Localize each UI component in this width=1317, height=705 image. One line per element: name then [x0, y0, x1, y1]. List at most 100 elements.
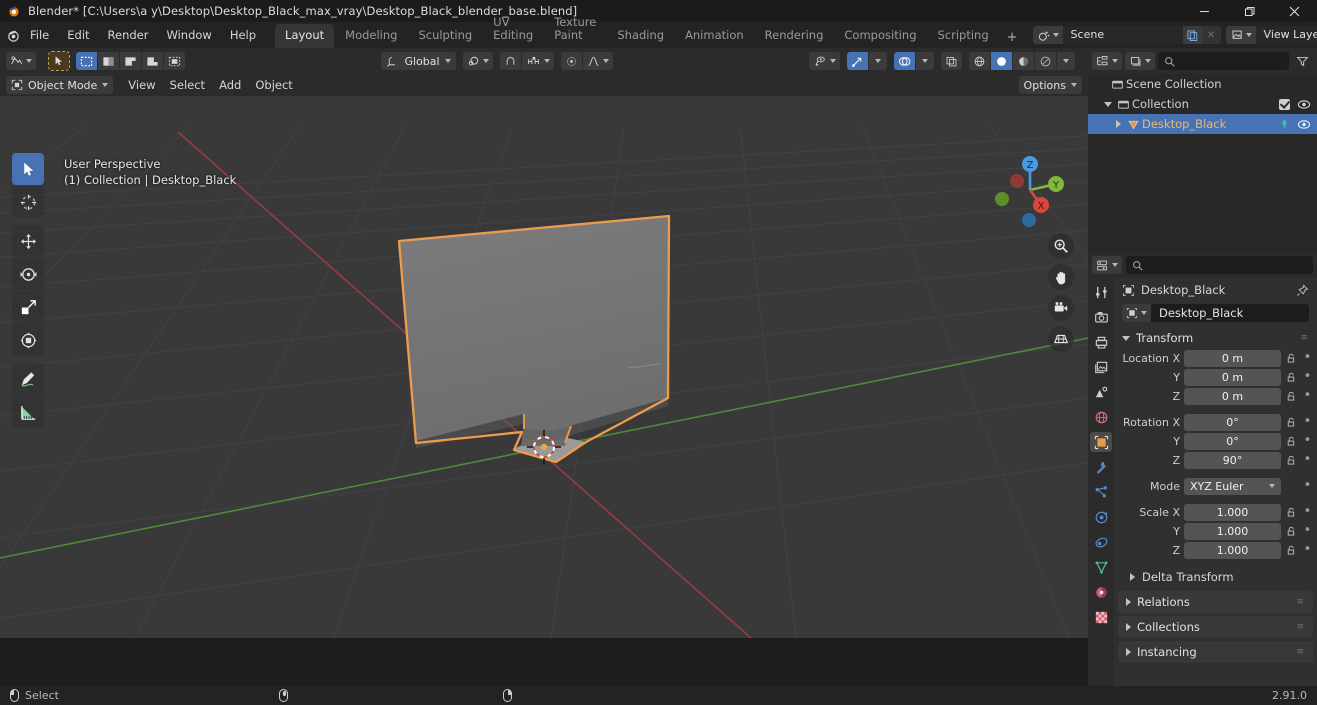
- menu-file[interactable]: File: [22, 25, 57, 45]
- menu-window[interactable]: Window: [158, 25, 219, 45]
- cursor-mode-icon[interactable]: [48, 51, 70, 71]
- select-subtract-icon[interactable]: [120, 52, 141, 70]
- outliner-row-desktop-black[interactable]: Desktop_Black: [1088, 114, 1317, 134]
- blender-menu-icon[interactable]: [6, 24, 21, 46]
- tab-animation[interactable]: Animation: [675, 24, 754, 48]
- menu-render[interactable]: Render: [100, 25, 157, 45]
- animate-dot-icon[interactable]: •: [1302, 351, 1313, 364]
- modifier-icon[interactable]: [1090, 457, 1112, 477]
- animate-dot-icon[interactable]: •: [1302, 453, 1313, 466]
- 3d-viewport-canvas[interactable]: User Perspective (1) Collection | Deskto…: [0, 96, 1088, 638]
- world-icon[interactable]: [1090, 407, 1112, 427]
- panel-expand-icon[interactable]: [1126, 648, 1131, 656]
- constraints-icon[interactable]: [1090, 532, 1112, 552]
- pivot-point-icon[interactable]: [462, 52, 493, 70]
- shading-options-icon[interactable]: [1057, 52, 1075, 70]
- ortho-grid-icon[interactable]: [1048, 326, 1074, 352]
- pin-icon[interactable]: [1296, 283, 1309, 297]
- tab-uv-editing[interactable]: UV Editing: [483, 11, 543, 48]
- animate-dot-icon[interactable]: •: [1302, 389, 1313, 402]
- object-icon-small[interactable]: [1122, 304, 1151, 322]
- material-preview-icon[interactable]: [1013, 52, 1034, 70]
- proportional-editing-icon[interactable]: [560, 52, 582, 70]
- delta-transform-subpanel[interactable]: Delta Transform: [1114, 566, 1317, 588]
- scene-icon[interactable]: [1032, 26, 1063, 44]
- interaction-mode-dropdown[interactable]: Object Mode: [6, 76, 114, 94]
- tool-icon[interactable]: [1090, 282, 1112, 302]
- scene-unlink-button[interactable]: ✕: [1201, 26, 1221, 44]
- minimize-button[interactable]: [1182, 0, 1227, 22]
- show-gizmo-icon[interactable]: [847, 52, 868, 70]
- tab-modeling[interactable]: Modeling: [335, 24, 407, 48]
- physics-icon[interactable]: [1090, 507, 1112, 527]
- properties-search-input[interactable]: [1126, 256, 1313, 274]
- rotation-x-value[interactable]: 0°: [1184, 413, 1281, 431]
- animate-dot-icon[interactable]: •: [1302, 415, 1313, 428]
- instancing-panel-header[interactable]: Instancing ≡: [1118, 641, 1313, 663]
- select-tweak-icon[interactable]: [98, 52, 119, 70]
- snap-magnet-icon[interactable]: [499, 52, 521, 70]
- wireframe-shading-icon[interactable]: [969, 52, 990, 70]
- scale-x-value[interactable]: 1.000: [1184, 503, 1281, 521]
- select-intersect-icon[interactable]: [142, 52, 163, 70]
- cursor-tool-icon[interactable]: [12, 186, 44, 218]
- view-axis-gizmo[interactable]: Z Y X: [988, 148, 1072, 232]
- location-y-value[interactable]: 0 m: [1184, 368, 1281, 386]
- animate-dot-icon[interactable]: •: [1302, 505, 1313, 518]
- editor-type-icon[interactable]: [6, 52, 36, 70]
- measure-tool-icon[interactable]: [12, 396, 44, 428]
- rendered-shading-icon[interactable]: [1035, 52, 1056, 70]
- render-icon[interactable]: [1090, 307, 1112, 327]
- show-overlays-icon[interactable]: [894, 52, 915, 70]
- eye-icon[interactable]: [1297, 99, 1311, 110]
- scene-icon[interactable]: [1090, 382, 1112, 402]
- outliner-display-mode-icon[interactable]: [1125, 52, 1155, 70]
- tab-compositing[interactable]: Compositing: [834, 24, 926, 48]
- animate-dot-icon[interactable]: •: [1302, 434, 1313, 447]
- viewport-menu-view[interactable]: View: [121, 76, 162, 94]
- proportional-falloff-icon[interactable]: [582, 52, 613, 70]
- tab-texture-paint[interactable]: Texture Paint: [544, 11, 606, 48]
- rotation-y-value[interactable]: 0°: [1184, 432, 1281, 450]
- transform-orientation-dropdown[interactable]: Global: [381, 52, 456, 70]
- scene-name[interactable]: Scene: [1063, 26, 1183, 44]
- scale-y-value[interactable]: 1.000: [1184, 522, 1281, 540]
- solid-shading-icon[interactable]: [991, 52, 1012, 70]
- gizmo-options-icon[interactable]: [869, 52, 887, 70]
- select-box-icon[interactable]: [76, 52, 97, 70]
- lock-icon[interactable]: [1285, 455, 1298, 466]
- location-z-value[interactable]: 0 m: [1184, 387, 1281, 405]
- animate-dot-icon[interactable]: •: [1302, 543, 1313, 556]
- lock-icon[interactable]: [1285, 417, 1298, 428]
- add-workspace-button[interactable]: +: [1000, 27, 1025, 48]
- view-layer-name[interactable]: View Layer: [1256, 26, 1317, 44]
- collections-panel-header[interactable]: Collections ≡: [1118, 616, 1313, 638]
- panel-expand-icon[interactable]: [1130, 573, 1135, 581]
- menu-help[interactable]: Help: [222, 25, 264, 45]
- toggle-xray-icon[interactable]: [941, 52, 962, 70]
- disclosure-triangle-down-icon[interactable]: [1102, 101, 1114, 107]
- animate-dot-icon[interactable]: •: [1302, 479, 1313, 492]
- tab-sculpting[interactable]: Sculpting: [408, 24, 482, 48]
- overlays-options-icon[interactable]: [916, 52, 934, 70]
- eye-icon[interactable]: [1297, 119, 1311, 130]
- object-icon[interactable]: [1090, 432, 1112, 452]
- menu-edit[interactable]: Edit: [59, 25, 97, 45]
- lock-icon[interactable]: [1285, 436, 1298, 447]
- relations-panel-header[interactable]: Relations ≡: [1118, 591, 1313, 613]
- move-tool-icon[interactable]: [12, 225, 44, 257]
- scale-tool-icon[interactable]: [12, 291, 44, 323]
- select-difference-icon[interactable]: [164, 52, 185, 70]
- rotation-z-value[interactable]: 90°: [1184, 451, 1281, 469]
- pan-icon[interactable]: [1048, 264, 1074, 290]
- animate-dot-icon[interactable]: •: [1302, 524, 1313, 537]
- lock-icon[interactable]: [1285, 507, 1298, 518]
- camera-icon[interactable]: [1048, 295, 1074, 321]
- transform-panel-header[interactable]: Transform ≡: [1114, 328, 1317, 348]
- object-data-icon[interactable]: [1279, 118, 1290, 130]
- tab-scripting[interactable]: Scripting: [928, 24, 999, 48]
- tab-layout[interactable]: Layout: [275, 24, 335, 48]
- lock-icon[interactable]: [1285, 372, 1298, 383]
- object-name-value[interactable]: Desktop_Black: [1151, 304, 1309, 322]
- particles-icon[interactable]: [1090, 482, 1112, 502]
